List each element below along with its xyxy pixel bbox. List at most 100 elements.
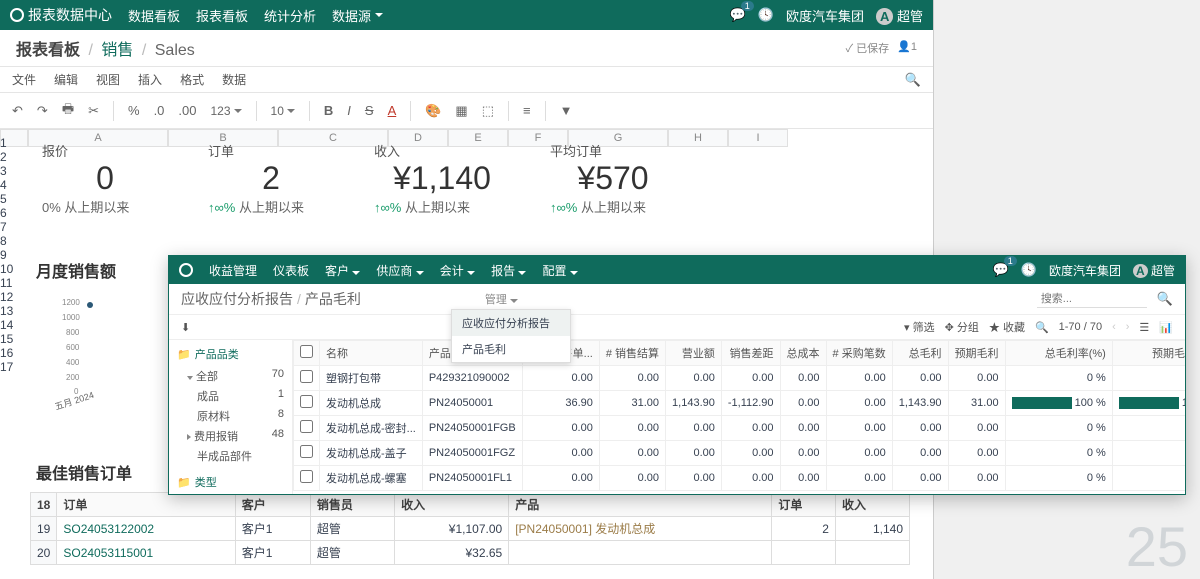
manage-dropdown[interactable]: 管理 [485,291,518,307]
border-button[interactable]: ▦ [451,101,471,121]
redo-button[interactable]: ↷ [33,101,52,121]
overlay-toolbar: ⬇ ▾ 筛选 ✥ 分组 ★ 收藏 🔍 1-70 / 70 ‹ › ☰ 📊 [169,315,1185,340]
nav-customer[interactable]: 客户 [325,262,360,279]
crumb-root[interactable]: 报表看板 [16,42,80,59]
view-chart-icon[interactable]: 📊 [1159,321,1173,334]
row-checkbox[interactable] [300,470,313,483]
svg-text:200: 200 [66,373,80,382]
sidebar-cat-header[interactable]: 📁 产品品类 [177,346,284,362]
table-row[interactable]: 发动机总成-密封...PN24050001FGB0.000.000.000.00… [294,416,1186,441]
org-name[interactable]: 欧度汽车集团 [786,6,864,25]
nav-supplier[interactable]: 供应商 [376,262,423,279]
search-icon[interactable]: 🔍 [1157,291,1173,307]
print-button[interactable]: 🖶 [58,98,78,124]
menu-edit[interactable]: 编辑 [54,71,78,88]
nav-datasource[interactable]: 数据源 [332,6,383,25]
nav-dashboard[interactable]: 仪表板 [273,262,309,279]
row-checkbox[interactable] [300,370,313,383]
table-row[interactable]: 塑钢打包带P4293210900020.000.000.000.000.000.… [294,366,1186,391]
col-revenue[interactable]: 收入 [395,493,509,517]
fill-button[interactable]: 🎨 [421,101,445,121]
merge-button[interactable]: ⬚ [478,101,498,121]
favorite-button[interactable]: ★ 收藏 [989,319,1025,335]
chat-icon[interactable]: 💬1 [993,262,1009,278]
filter-button[interactable]: ▾ 筛选 [904,319,935,335]
table-row[interactable]: 发动机总成PN2405000136.9031.001,143.90-1,112.… [294,391,1186,416]
sidebar-type-header[interactable]: 📁 类型 [177,474,284,490]
kpi-revenue: 收入 ¥1,140 ↑∞% 从上期以来 [362,135,522,224]
view-list-icon[interactable]: ☰ [1139,321,1149,334]
row-checkbox[interactable] [300,445,313,458]
select-all-checkbox[interactable] [300,345,313,358]
nav-report[interactable]: 报表看板 [196,6,248,25]
dec0-button[interactable]: .0 [150,101,169,120]
percent-button[interactable]: % [124,101,144,120]
overlay-breadcrumb: 应收应付分析报告 / 产品毛利 管理 🔍 [169,284,1185,315]
user-menu[interactable]: A 超管 [1133,262,1175,279]
row-checkbox[interactable] [300,420,313,433]
sidebar-item-raw[interactable]: 原材料8 [177,406,284,426]
crumb-sales[interactable]: 销售 [101,42,133,59]
nav-stats[interactable]: 统计分析 [264,6,316,25]
col-order[interactable]: 订单 [57,493,235,517]
nav-config[interactable]: 配置 [542,262,577,279]
undo-button[interactable]: ↶ [8,101,27,121]
filter-button[interactable]: ▼ [556,101,577,120]
italic-button[interactable]: I [343,101,355,120]
fontsize-select[interactable]: 10 [267,102,299,120]
search-small-icon[interactable]: 🔍 [1035,321,1049,334]
nav-report[interactable]: 报告 [491,262,526,279]
dropdown-opt-margin[interactable]: 产品毛利 [452,336,570,362]
org-name[interactable]: 欧度汽车集团 [1049,262,1121,279]
col-salesperson[interactable]: 销售员 [310,493,394,517]
pager-prev[interactable]: ‹ [1112,321,1116,333]
menu-file[interactable]: 文件 [12,71,36,88]
strike-button[interactable]: S [361,101,378,120]
col-customer[interactable]: 客户 [235,493,310,517]
svg-text:600: 600 [66,343,80,352]
menu-data[interactable]: 数据 [222,71,246,88]
clock-icon[interactable]: 🕓 [1021,262,1037,278]
group-button[interactable]: ✥ 分组 [945,319,979,335]
menu-view[interactable]: 视图 [96,71,120,88]
align-button[interactable]: ≡ [519,101,535,120]
fontcolor-button[interactable]: A [384,101,401,120]
dropdown-opt-ar-ap[interactable]: 应收应付分析报告 [452,310,570,336]
sidebar-item-all[interactable]: 全部70 [177,366,284,386]
nav-dashboard[interactable]: 数据看板 [128,6,180,25]
chat-icon[interactable]: 💬1 [730,7,746,23]
table-row[interactable]: 20 SO24053115001 客户1 超管 ¥32.65 [31,541,910,565]
table-row[interactable]: 发动机总成-螺塞PN24050001FL10.000.000.000.000.0… [294,466,1186,491]
bold-button[interactable]: B [320,101,337,120]
search-input[interactable] [1037,291,1147,308]
col-qty[interactable]: 订单 [772,493,836,517]
app-logo[interactable]: 报表数据中心 [10,5,112,25]
best-orders-table: 18 订单 客户 销售员 收入 产品 订单 收入 19 SO2405312200… [30,492,910,565]
sidebar-item-expense[interactable]: 费用报销48 [177,426,284,446]
col-revenue2[interactable]: 收入 [835,493,909,517]
row-checkbox[interactable] [300,395,313,408]
kpi-panel: 报价 0 0% 从上期以来 订单 2 ↑∞% 从上期以来 收入 ¥1,140 ↑… [30,135,688,224]
clock-icon[interactable]: 🕓 [758,7,774,23]
download-icon[interactable]: ⬇ [181,321,190,334]
pager-next[interactable]: › [1126,321,1130,333]
svg-text:400: 400 [66,358,80,367]
crumb-root[interactable]: 应收应付分析报告 [181,289,293,309]
svg-text:800: 800 [66,328,80,337]
sidebar-item-finished[interactable]: 成品1 [177,386,284,406]
menu-format[interactable]: 格式 [180,71,204,88]
cut-button[interactable]: ✂ [84,101,103,121]
dec00-button[interactable]: .00 [174,101,200,120]
col-product[interactable]: 产品 [509,493,772,517]
table-row[interactable]: 发动机总成-盖子PN24050001FGZ0.000.000.000.000.0… [294,441,1186,466]
search-icon[interactable]: 🔍 [905,72,921,88]
overlay-title[interactable]: 收益管理 [209,262,257,279]
nav-accounting[interactable]: 会计 [440,262,475,279]
crumb-leaf: Sales [155,42,195,59]
user-menu[interactable]: A 超管 [876,6,923,25]
sidebar-item-semi[interactable]: 半成品部件 [177,446,284,466]
logo-icon [10,8,24,22]
menu-insert[interactable]: 插入 [138,71,162,88]
table-row[interactable]: 19 SO24053122002 客户1 超管 ¥1,107.00 [PN240… [31,517,910,541]
num-format-select[interactable]: 123 [206,102,245,120]
